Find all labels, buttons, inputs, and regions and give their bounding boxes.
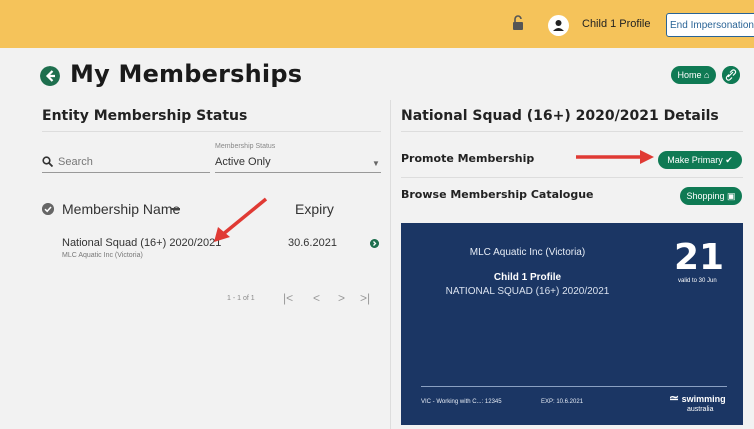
- make-primary-button[interactable]: Make Primary ✔: [658, 151, 742, 169]
- card-divider: [421, 386, 727, 387]
- check-circle-icon[interactable]: [42, 203, 54, 215]
- user-avatar-icon[interactable]: [548, 15, 569, 36]
- membership-row-name[interactable]: National Squad (16+) 2020/2021: [62, 237, 221, 249]
- back-arrow-icon[interactable]: [40, 66, 60, 86]
- membership-card: MLC Aquatic Inc (Victoria) Child 1 Profi…: [401, 223, 743, 425]
- search-icon: [42, 156, 53, 167]
- promote-membership-label: Promote Membership: [401, 152, 535, 165]
- search-underline: [42, 172, 210, 173]
- chevron-down-icon[interactable]: ▼: [372, 159, 380, 168]
- column-header-name[interactable]: Membership Name: [62, 201, 180, 217]
- shopping-bag-icon: ▣: [727, 191, 736, 201]
- entity-status-heading: Entity Membership Status: [42, 108, 248, 124]
- annotation-arrow-right: [576, 150, 654, 164]
- check-icon: ✔: [725, 155, 733, 165]
- shopping-label: Shopping: [686, 191, 725, 201]
- column-divider: [390, 100, 391, 429]
- select-underline: [215, 172, 381, 173]
- logo-line1: swimming: [681, 394, 726, 404]
- membership-row-expiry: 30.6.2021: [288, 237, 337, 249]
- pagination-count: 1 - 1 of 1: [227, 295, 255, 302]
- make-primary-label: Make Primary: [667, 155, 723, 165]
- browse-catalogue-label: Browse Membership Catalogue: [401, 188, 594, 201]
- card-year: 21: [674, 237, 725, 278]
- card-squad: NATIONAL SQUAD (16+) 2020/2021: [445, 286, 610, 297]
- divider: [401, 131, 743, 132]
- home-button[interactable]: Home ⌂: [671, 66, 716, 84]
- card-valid: valid to 30 Jun: [678, 278, 717, 284]
- first-page-icon[interactable]: |<: [283, 291, 293, 305]
- profile-name[interactable]: Child 1 Profile: [582, 18, 650, 30]
- end-impersonation-button[interactable]: End Impersonation: [666, 13, 754, 37]
- collapse-icon[interactable]: [171, 208, 180, 210]
- next-page-icon[interactable]: >: [338, 291, 345, 305]
- link-icon[interactable]: [722, 66, 740, 84]
- last-page-icon[interactable]: >|: [360, 291, 370, 305]
- card-exp: EXP: 10.6.2021: [541, 399, 584, 405]
- chevron-right-icon[interactable]: [370, 239, 379, 248]
- shopping-button[interactable]: Shopping ▣: [680, 187, 742, 205]
- swimming-australia-logo: ≃ swimming australia: [669, 391, 726, 414]
- prev-page-icon[interactable]: <: [313, 291, 320, 305]
- top-bar: Child 1 Profile End Impersonation: [0, 0, 754, 48]
- swimming-australia-logo-icon: ≃: [669, 391, 680, 405]
- logo-line2: australia: [687, 406, 714, 413]
- details-heading: National Squad (16+) 2020/2021 Details: [401, 108, 719, 124]
- unlock-icon[interactable]: [512, 14, 524, 32]
- divider: [401, 177, 743, 178]
- card-member-name: Child 1 Profile: [493, 272, 562, 283]
- card-working-with-children: VIC - Working with C...: 12345: [421, 399, 502, 405]
- membership-status-select[interactable]: Active Only: [215, 156, 271, 168]
- membership-status-label: Membership Status: [215, 143, 276, 150]
- home-label: Home: [677, 70, 702, 80]
- page-title: My Memberships: [70, 60, 303, 88]
- home-icon: ⌂: [704, 70, 710, 80]
- column-header-expiry[interactable]: Expiry: [295, 201, 334, 217]
- divider: [42, 131, 381, 132]
- search-input[interactable]: Search: [58, 156, 93, 168]
- membership-row-org: MLC Aquatic Inc (Victoria): [62, 252, 143, 259]
- annotation-arrow-left: [214, 197, 268, 242]
- card-org: MLC Aquatic Inc (Victoria): [469, 247, 586, 258]
